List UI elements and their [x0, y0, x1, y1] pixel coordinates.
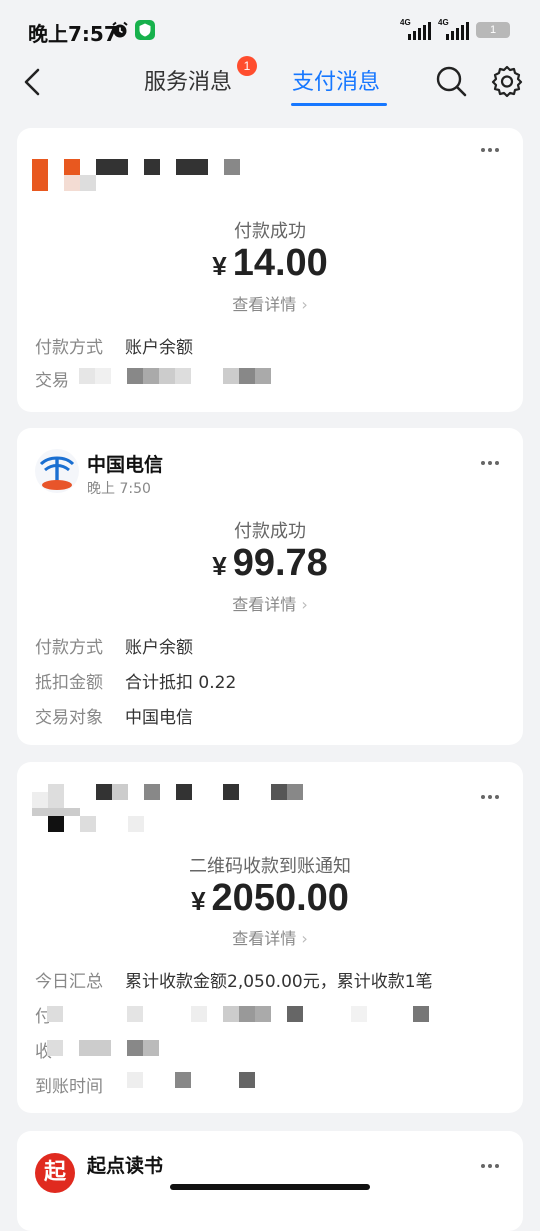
- active-tab-indicator: [291, 103, 387, 106]
- blurred-pixel: [79, 1040, 111, 1056]
- blurred-pixel: [175, 368, 191, 384]
- search-icon[interactable]: [434, 64, 468, 98]
- shield-app-icon: [135, 20, 155, 40]
- payment-amount: ¥14.00: [212, 242, 328, 284]
- payment-amount: ¥99.78: [212, 542, 328, 584]
- blurred-pixel: [224, 159, 240, 175]
- blurred-pixel: [176, 159, 208, 175]
- blurred-pixel: [239, 1006, 255, 1022]
- info-row-daily-summary: 今日汇总 累计收款金额2,050.00元，累计收款1笔: [35, 972, 433, 992]
- china-telecom-logo-icon: [35, 449, 79, 493]
- blurred-pixel: [175, 1072, 191, 1088]
- blurred-pixel: [47, 1040, 63, 1056]
- view-details-link[interactable]: 查看详情 ›: [17, 291, 523, 315]
- blurred-pixel: [287, 784, 303, 800]
- payment-card-1[interactable]: 付款成功 ¥14.00 查看详情 › 付款方式 账户余额 交易: [17, 128, 523, 412]
- more-options-icon[interactable]: [481, 1164, 499, 1168]
- info-row-counterparty: 交易对象 中国电信: [35, 708, 193, 728]
- blurred-pixel: [127, 1040, 143, 1056]
- settings-gear-icon[interactable]: [490, 64, 524, 98]
- battery-icon: 1: [476, 22, 510, 38]
- blurred-pixel: [413, 1006, 429, 1022]
- blurred-merchant-name: [96, 784, 112, 800]
- blurred-pixel: [64, 175, 80, 191]
- blurred-pixel: [176, 784, 192, 800]
- blurred-merchant-logo: [32, 159, 48, 191]
- blurred-merchant-name: [96, 159, 128, 175]
- more-options-icon[interactable]: [481, 461, 499, 465]
- blurred-pixel: [255, 1006, 271, 1022]
- view-details-link[interactable]: 查看详情 ›: [17, 591, 523, 615]
- message-card-4[interactable]: 起 起点读书: [17, 1131, 523, 1231]
- blurred-pixel: [128, 816, 144, 832]
- unread-badge: 1: [237, 56, 257, 76]
- info-row-payment-method: 付款方式 账户余额: [35, 638, 193, 658]
- blurred-pixel: [191, 1006, 207, 1022]
- info-row-transaction: 交易: [35, 371, 69, 391]
- more-options-icon[interactable]: [481, 795, 499, 799]
- home-indicator[interactable]: [170, 1184, 370, 1190]
- more-options-icon[interactable]: [481, 148, 499, 152]
- blurred-pixel: [223, 1006, 239, 1022]
- info-row-deduction: 抵扣金额 合计抵扣 0.22: [35, 673, 237, 693]
- merchant-name: 起点读书: [87, 1155, 164, 1177]
- blurred-pixel: [287, 1006, 303, 1022]
- signal-icon: 4G: [400, 18, 431, 40]
- blurred-pixel: [351, 1006, 367, 1022]
- blurred-merchant-logo: [32, 792, 48, 808]
- nav-bar: 服务消息 1 支付消息: [0, 56, 540, 110]
- info-row-payment-method: 付款方式 账户余额: [35, 338, 193, 358]
- tab-service-messages[interactable]: 服务消息: [144, 64, 232, 96]
- signal-icon-2: 4G: [438, 18, 469, 40]
- blurred-pixel: [79, 368, 95, 384]
- blurred-pixel: [48, 784, 64, 808]
- status-bar: 晚上7:57 4G 4G 1: [0, 0, 540, 62]
- status-time: 晚上7:57: [28, 22, 118, 46]
- payment-card-2[interactable]: 中国电信 晚上 7:50 付款成功 ¥99.78 查看详情 › 付款方式 账户余额…: [17, 428, 523, 745]
- blurred-pixel: [239, 368, 255, 384]
- receipt-card-3[interactable]: 二维码收款到账通知 ¥2050.00 查看详情 › 今日汇总 累计收款金额2,05…: [17, 762, 523, 1113]
- blurred-pixel: [144, 159, 160, 175]
- receipt-status: 二维码收款到账通知: [189, 856, 351, 877]
- blurred-pixel: [239, 1072, 255, 1088]
- blurred-pixel: [64, 159, 80, 175]
- blurred-pixel: [80, 175, 96, 191]
- blurred-pixel: [95, 368, 111, 384]
- blurred-pixel: [127, 1072, 143, 1088]
- blurred-pixel: [48, 816, 64, 832]
- blurred-pixel: [159, 368, 175, 384]
- blurred-pixel: [127, 368, 143, 384]
- receipt-amount: ¥2050.00: [191, 877, 349, 919]
- tab-payment-messages[interactable]: 支付消息: [292, 64, 380, 96]
- alarm-icon: [112, 21, 128, 38]
- back-arrow-icon[interactable]: [20, 66, 48, 98]
- blurred-pixel: [144, 784, 160, 800]
- blurred-pixel: [32, 808, 80, 816]
- blurred-pixel: [47, 1006, 63, 1022]
- blurred-pixel: [255, 368, 271, 384]
- blurred-pixel: [127, 1006, 143, 1022]
- info-row-arrival-time: 到账时间: [35, 1077, 103, 1097]
- blurred-pixel: [143, 368, 159, 384]
- payment-status: 付款成功: [234, 221, 306, 242]
- view-details-link[interactable]: 查看详情 ›: [17, 925, 523, 949]
- blurred-pixel: [223, 784, 239, 800]
- merchant-name: 中国电信: [87, 454, 164, 476]
- message-time: 晚上 7:50: [87, 481, 151, 497]
- blurred-pixel: [80, 816, 96, 832]
- blurred-pixel: [271, 784, 287, 800]
- blurred-pixel: [143, 1040, 159, 1056]
- payment-status: 付款成功: [234, 521, 306, 542]
- blurred-pixel: [223, 368, 239, 384]
- blurred-pixel: [112, 784, 128, 800]
- qidian-logo-icon: 起: [35, 1153, 75, 1193]
